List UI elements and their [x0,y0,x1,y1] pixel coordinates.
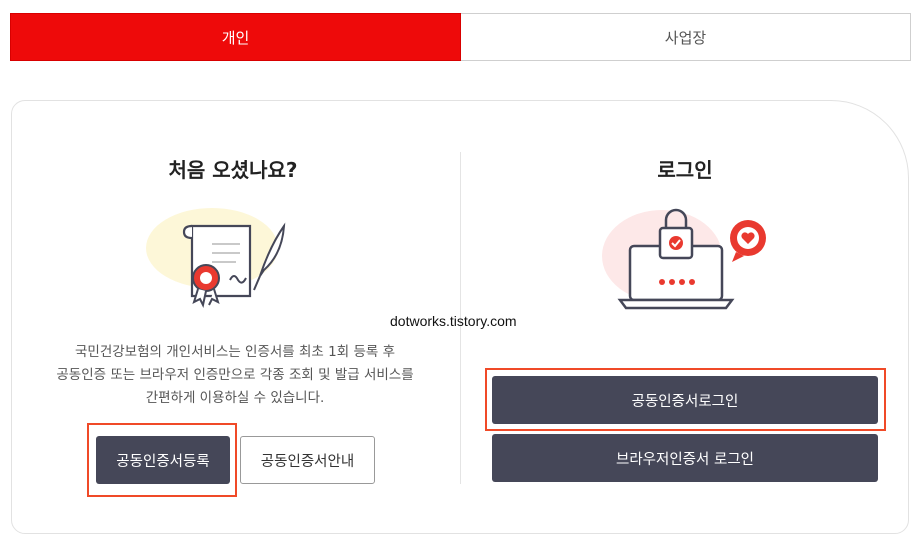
tab-business[interactable]: 사업장 [461,13,911,61]
description-line-1: 국민건강보험의 개인서비스는 인증서를 최초 1회 등록 후 [75,344,395,360]
first-visit-title: 처음 오셨나요? [168,158,298,182]
browser-certificate-login-button[interactable]: 브라우저인증서 로그인 [492,434,878,482]
laptop-lock-icon [602,208,766,310]
certificate-icon [146,208,286,308]
watermark-text: dotworks.tistory.com [390,313,517,329]
login-title: 로그인 [657,158,713,182]
tab-personal[interactable]: 개인 [10,13,461,61]
certificate-guide-button[interactable]: 공동인증서안내 [240,436,375,484]
user-type-tabs: 개인 사업장 [10,13,911,61]
description-line-3: 간편하게 이용하실 수 있습니다. [145,390,325,406]
register-certificate-button[interactable]: 공동인증서등록 [96,436,230,484]
certificate-login-button[interactable]: 공동인증서로그인 [492,376,878,424]
description-line-2: 공동인증 또는 브라우저 인증만으로 각종 조회 및 발급 서비스를 [56,367,414,383]
